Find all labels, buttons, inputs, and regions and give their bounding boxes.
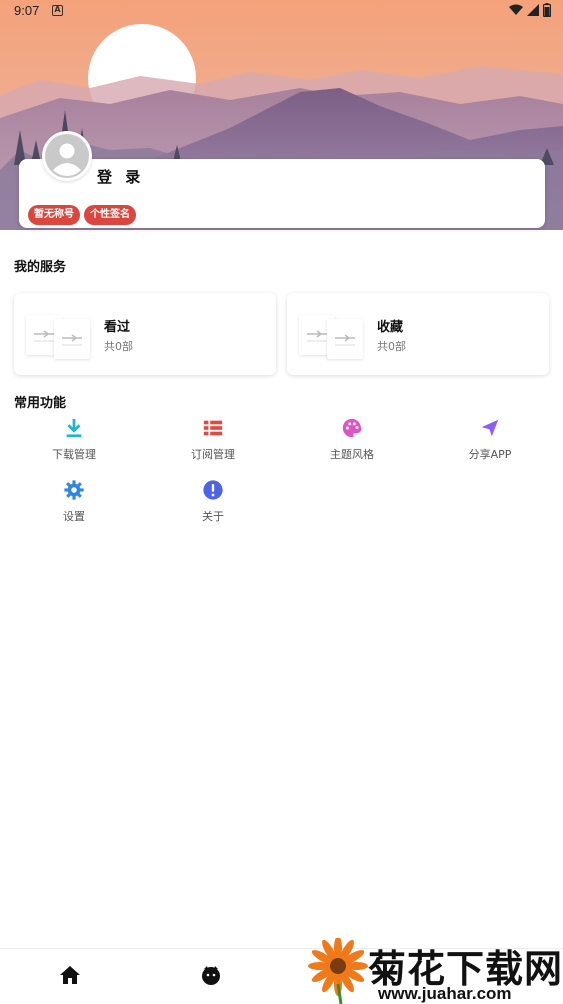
gear-icon bbox=[64, 480, 84, 500]
nickname-badge: 暂无称号 bbox=[28, 205, 80, 225]
home-icon[interactable] bbox=[58, 963, 82, 987]
download-icon bbox=[66, 418, 82, 438]
about-label: 关于 bbox=[202, 510, 224, 523]
common-section-title: 常用功能 bbox=[14, 396, 67, 411]
discover-icon[interactable] bbox=[199, 963, 223, 987]
favorites-count: 共0部 bbox=[377, 340, 406, 353]
settings-label: 设置 bbox=[63, 510, 85, 523]
download-manager-button[interactable]: 下载管理 bbox=[14, 417, 134, 462]
favorites-card[interactable]: 收藏 共0部 bbox=[287, 293, 549, 375]
share-app-label: 分享APP bbox=[468, 448, 512, 461]
placeholder-plane-icon bbox=[335, 334, 355, 346]
notification-a-icon: A bbox=[52, 5, 63, 16]
subscription-manager-label: 订阅管理 bbox=[191, 448, 235, 461]
history-card[interactable]: 看过 共0部 bbox=[14, 293, 276, 375]
theme-style-label: 主题风格 bbox=[330, 448, 374, 461]
about-button[interactable]: 关于 bbox=[153, 479, 273, 524]
avatar[interactable] bbox=[42, 131, 92, 181]
status-time: 9:07 bbox=[14, 3, 40, 18]
settings-button[interactable]: 设置 bbox=[14, 479, 134, 524]
chrysanthemum-logo-icon bbox=[308, 938, 368, 1004]
share-app-button[interactable]: 分享APP bbox=[430, 417, 550, 462]
status-icons bbox=[509, 3, 551, 17]
signature-badge: 个性签名 bbox=[84, 205, 136, 225]
favorites-thumbnail bbox=[299, 311, 365, 359]
history-count: 共0部 bbox=[104, 340, 133, 353]
favorites-title: 收藏 bbox=[377, 320, 404, 335]
login-link[interactable]: 登 录 bbox=[97, 166, 144, 187]
send-icon bbox=[481, 419, 499, 437]
info-icon bbox=[203, 480, 223, 500]
status-bar: 9:07 A bbox=[0, 0, 563, 24]
watermark-url: www.juahar.com bbox=[378, 984, 512, 1003]
list-icon bbox=[203, 420, 223, 436]
signal-icon bbox=[527, 4, 539, 16]
user-avatar-icon bbox=[45, 134, 89, 178]
subscription-manager-button[interactable]: 订阅管理 bbox=[153, 417, 273, 462]
history-thumbnail bbox=[26, 311, 92, 359]
theme-style-button[interactable]: 主题风格 bbox=[292, 417, 412, 462]
wifi-icon bbox=[509, 4, 523, 15]
download-manager-label: 下载管理 bbox=[52, 448, 96, 461]
palette-icon bbox=[342, 418, 362, 438]
watermark: 菊花下载网 www.juahar.com bbox=[308, 938, 563, 1004]
history-title: 看过 bbox=[104, 320, 131, 335]
services-section-title: 我的服务 bbox=[14, 260, 67, 275]
battery-icon bbox=[543, 3, 551, 17]
placeholder-plane-icon bbox=[62, 334, 82, 346]
